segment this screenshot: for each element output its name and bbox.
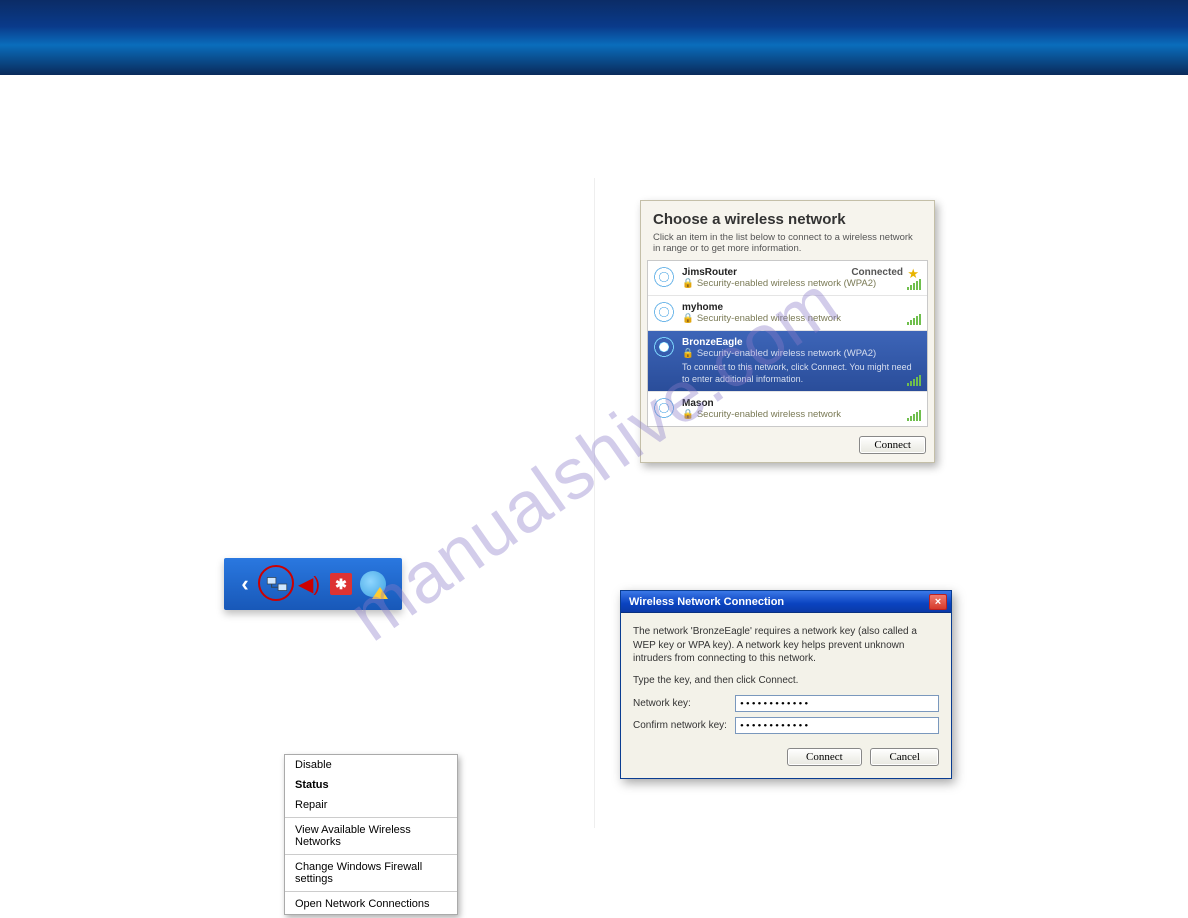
menu-separator [285, 854, 457, 855]
network-name: BronzeEagle [682, 337, 919, 348]
lock-icon: 🔒 [682, 409, 694, 420]
network-extra-info: To connect to this network, click Connec… [682, 362, 919, 385]
network-item[interactable]: Mason 🔒Security-enabled wireless network [648, 392, 927, 426]
dialog-titlebar: Wireless Network Connection × [621, 591, 951, 613]
system-tray: ‹ ◀) ✱ [224, 558, 402, 610]
context-item-status[interactable]: Status [285, 775, 457, 795]
network-security: Security-enabled wireless network [697, 409, 841, 420]
dialog-message-1: The network 'BronzeEagle' requires a net… [633, 625, 939, 666]
tray-bluetooth-icon[interactable]: ✱ [326, 569, 356, 599]
choose-network-panel: Choose a wireless network Click an item … [640, 200, 935, 463]
lock-icon: 🔒 [682, 348, 694, 359]
dialog-title: Wireless Network Connection [629, 596, 784, 608]
menu-separator [285, 891, 457, 892]
network-item-selected[interactable]: BronzeEagle 🔒Security-enabled wireless n… [648, 331, 927, 392]
context-item-repair[interactable]: Repair [285, 795, 457, 815]
label-confirm-key: Confirm network key: [633, 720, 735, 731]
cancel-button[interactable]: Cancel [870, 748, 939, 766]
menu-separator [285, 817, 457, 818]
network-key-input[interactable] [735, 695, 939, 712]
network-security: Security-enabled wireless network (WPA2) [697, 348, 876, 359]
network-key-dialog: Wireless Network Connection × The networ… [620, 590, 952, 779]
tray-globe-icon[interactable] [358, 569, 388, 599]
connect-button[interactable]: Connect [859, 436, 926, 454]
context-item-disable[interactable]: Disable [285, 755, 457, 775]
network-item[interactable]: myhome 🔒Security-enabled wireless networ… [648, 296, 927, 331]
panel-subtitle: Click an item in the list below to conne… [641, 232, 934, 260]
panel-title: Choose a wireless network [641, 201, 934, 232]
signal-bars-icon [907, 410, 921, 421]
context-item-open-connections[interactable]: Open Network Connections [285, 894, 457, 914]
signal-bars-icon [907, 314, 921, 325]
lock-icon: 🔒 [682, 278, 694, 289]
signal-bars-icon [907, 375, 921, 386]
network-status: Connected [851, 267, 903, 278]
highlight-circle-icon [258, 565, 294, 601]
close-icon[interactable]: × [929, 594, 947, 610]
network-name: Mason [682, 398, 919, 409]
network-name: myhome [682, 302, 919, 313]
network-security: Security-enabled wireless network (WPA2) [697, 278, 876, 289]
network-list: JimsRouter Connected ★ 🔒Security-enabled… [647, 260, 928, 427]
label-network-key: Network key: [633, 698, 735, 709]
dialog-message-2: Type the key, and then click Connect. [633, 674, 939, 688]
tray-volume-icon[interactable]: ◀) [294, 569, 324, 599]
signal-bars-icon [907, 279, 921, 290]
network-security: Security-enabled wireless network [697, 313, 841, 324]
context-item-firewall[interactable]: Change Windows Firewall settings [285, 857, 457, 889]
header-banner [0, 0, 1188, 75]
confirm-key-input[interactable] [735, 717, 939, 734]
connect-button[interactable]: Connect [787, 748, 862, 766]
lock-icon: 🔒 [682, 313, 694, 324]
context-item-view-networks[interactable]: View Available Wireless Networks [285, 820, 457, 852]
column-divider [594, 178, 595, 828]
context-menu: Disable Status Repair View Available Wir… [284, 754, 458, 915]
tray-expand-icon[interactable]: ‹ [230, 569, 260, 599]
network-item[interactable]: JimsRouter Connected ★ 🔒Security-enabled… [648, 261, 927, 296]
